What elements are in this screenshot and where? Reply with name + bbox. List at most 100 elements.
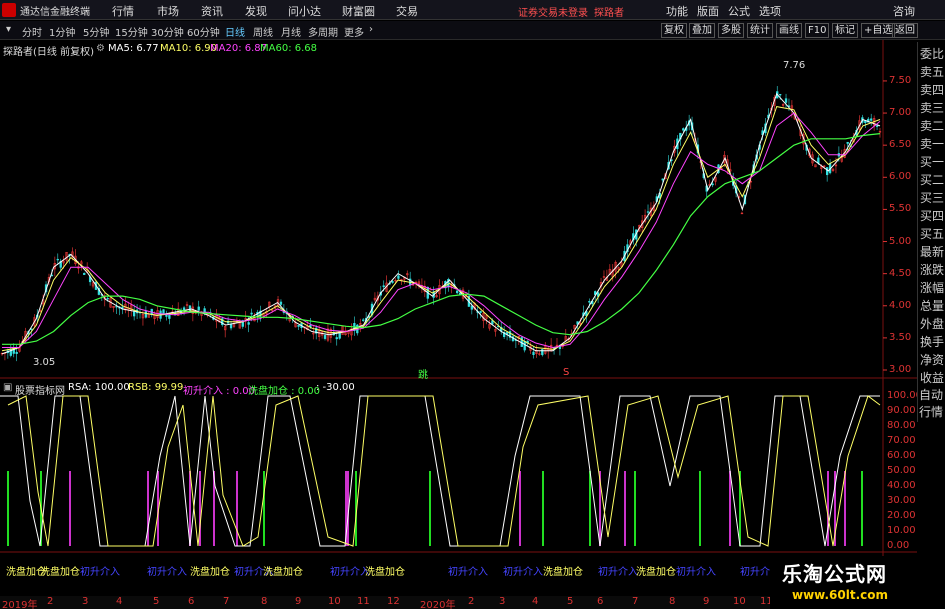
add-favorite-button[interactable]: +自选 [861,23,896,38]
price-tick: 6.50 [889,139,912,151]
signal-label: 初升介入 [503,567,543,578]
menu-item-assistant[interactable]: 问小达 [288,3,321,19]
menu-item-wealth[interactable]: 财富圈 [342,3,375,19]
side-item-pct[interactable]: 涨幅 [920,280,944,296]
indicator-tick: 60.00 [887,450,916,461]
login-status[interactable]: 证券交易未登录 [518,4,588,19]
period-tab-weekly[interactable]: 周线 [253,24,273,39]
date-tick: 10 [733,596,746,607]
overlay-button[interactable]: 叠加 [689,23,715,38]
side-item-ask1[interactable]: 卖一 [920,136,944,152]
signal-label: 洗盘加仓 [636,567,676,578]
price-tick: 5.00 [889,235,912,247]
side-item-bid2[interactable]: 买二 [920,172,944,188]
side-item-change[interactable]: 涨跌 [920,262,944,278]
period-tab-monthly[interactable]: 月线 [281,24,301,39]
price-tick: 3.00 [889,364,912,375]
menu-item-quotes[interactable]: 行情 [112,3,134,19]
side-item-ask2[interactable]: 卖二 [920,118,944,134]
candle-body [479,311,482,313]
side-item-bid-ratio[interactable]: 委比 [920,46,944,62]
date-tick: 10 [328,596,341,607]
date-tick: 4 [116,596,123,607]
dropdown-arrow-icon[interactable]: ▾ [6,24,11,35]
rsb-line [7,395,881,547]
adjust-button[interactable]: 复权 [661,23,687,38]
period-tab-timeshare[interactable]: 分时 [22,24,42,39]
menu-item-news[interactable]: 资讯 [201,3,223,19]
period-tab-30min[interactable]: 30分钟 [151,24,184,39]
menu-item-consult[interactable]: 咨询 [893,3,915,19]
candle-body [229,324,233,329]
candle-body [661,178,664,181]
candle-body [144,311,148,318]
side-item-bid4[interactable]: 买四 [920,208,944,224]
draw-line-button[interactable]: 画线 [776,23,802,38]
candle-body [297,324,300,327]
mark-button[interactable]: 标记 [832,23,858,38]
side-item-turnover[interactable]: 换手 [920,334,944,350]
sell-marker: S [563,367,570,378]
side-item-bid3[interactable]: 买三 [920,190,944,206]
more-chevron-icon[interactable]: › [369,24,373,35]
signal-label: 初升介入 [80,567,120,578]
multi-stock-button[interactable]: 多股 [718,23,744,38]
date-tick: 7 [223,596,230,607]
period-tab-15min[interactable]: 15分钟 [115,24,148,39]
price-tick: 5.50 [889,203,912,215]
side-item-bid1[interactable]: 买一 [920,154,944,170]
menu-item-layout[interactable]: 版面 [697,3,719,19]
indicator-tick: 40.00 [887,480,916,491]
menu-item-formula[interactable]: 公式 [728,3,750,19]
menu-item-options[interactable]: 选项 [759,3,781,19]
candle-body [9,348,12,356]
side-item-ask4[interactable]: 卖四 [920,82,944,98]
period-tab-60min[interactable]: 60分钟 [187,24,220,39]
indicator-tick: 0.00 [887,540,910,551]
auto-button[interactable]: 自动 [919,386,943,403]
menu-item-function[interactable]: 功能 [666,3,688,19]
candle-body [588,301,591,303]
back-button[interactable]: 返回 [892,23,918,38]
menu-item-discover[interactable]: 发现 [245,3,267,19]
date-tick: 9 [295,596,302,607]
menu-item-market[interactable]: 市场 [157,3,179,19]
period-tab-5min[interactable]: 5分钟 [83,24,109,39]
side-item-outer[interactable]: 外盘 [920,316,944,332]
date-tick: 2019年 [2,600,38,609]
price-tick: 3.50 [889,331,912,343]
date-tick: 8 [261,596,268,607]
side-item-earnings[interactable]: 收益 [920,370,944,386]
side-item-volume[interactable]: 总量 [920,298,944,314]
candle-body [279,301,283,305]
date-tick: 5 [567,596,574,607]
side-item-ask5[interactable]: 卖五 [920,64,944,80]
signal-label: 初升介入 [147,567,187,578]
period-tab-multi[interactable]: 多周期 [308,24,338,39]
candle-body [523,340,526,351]
quote-button[interactable]: 行情 [919,403,943,420]
candle-body [779,93,782,96]
date-tick: 11 [357,596,370,607]
signal-label: 初升介入 [448,567,488,578]
side-item-ask3[interactable]: 卖三 [920,100,944,116]
stats-button[interactable]: 统计 [747,23,773,38]
candle-body [682,128,685,131]
period-tab-daily[interactable]: 日线 [225,24,245,39]
candle-body [197,306,200,311]
side-item-net-asset[interactable]: 净资 [920,352,944,368]
side-item-latest[interactable]: 最新 [920,244,944,260]
candle-body [825,167,829,176]
stock-name-badge: 探路者 [594,8,624,19]
candle-body [391,281,394,283]
f10-button[interactable]: F10 [805,23,830,38]
menu-item-trade[interactable]: 交易 [396,3,418,19]
side-item-bid5[interactable]: 买五 [920,226,944,242]
period-tab-more[interactable]: 更多 [344,24,364,39]
date-axis: 2019年 2 3 4 5 6 7 8 9 10 11 12 2020年 2 3… [0,596,780,609]
price-tick: 7.50 [889,74,912,86]
watermark-title: 乐淘公式网 [782,562,887,586]
price-chart[interactable] [0,40,917,600]
period-tab-1min[interactable]: 1分钟 [49,24,75,39]
jump-marker: 跳 [418,370,428,381]
